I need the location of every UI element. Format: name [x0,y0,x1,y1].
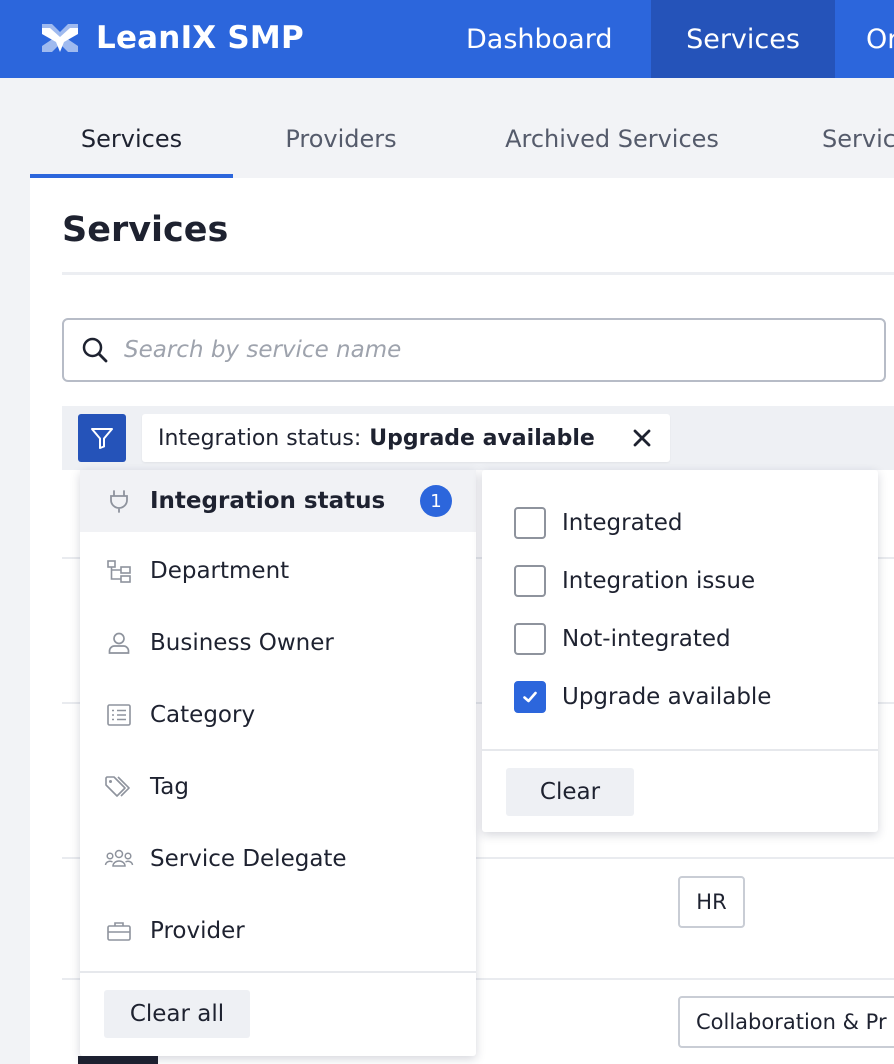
chip-value: Upgrade available [369,425,595,451]
menu-item-business-owner[interactable]: Business Owner [80,612,476,674]
remove-filter-button[interactable] [630,426,654,450]
tag-icon [104,772,134,802]
title-divider [62,272,894,275]
option-label: Upgrade available [562,684,772,710]
tab-providers[interactable]: Providers [250,100,432,178]
filter-icon [91,428,113,449]
search-box [62,318,886,382]
menu-item-provider[interactable]: Provider [80,900,476,962]
panel-divider [482,749,878,751]
app-name: LeanIX SMP [96,20,304,56]
option-not-integrated[interactable]: Not-integrated [514,622,731,656]
menu-divider [80,971,476,973]
briefcase-icon [104,916,134,946]
count-badge: 1 [420,485,452,517]
clear-all-button[interactable]: Clear all [104,990,250,1038]
option-upgrade-available[interactable]: Upgrade available [514,680,771,714]
tab-services[interactable]: Services [30,100,233,178]
menu-item-category[interactable]: Category [80,684,476,746]
tab-service-more[interactable]: Servic [822,100,894,178]
menu-item-label: Category [150,702,256,728]
top-navigation-bar: LeanIX SMP Dashboard Services Or [0,0,894,78]
option-integrated[interactable]: Integrated [514,506,682,540]
search-input[interactable] [124,337,844,363]
chip-key: Integration status: [158,425,362,451]
menu-item-label: Business Owner [150,630,334,656]
menu-item-label: Tag [150,774,189,800]
integration-status-options-panel: Integrated Integration issue Not-integra… [482,470,878,832]
clear-button[interactable]: Clear [506,768,634,816]
menu-item-label: Department [150,558,290,584]
option-integration-issue[interactable]: Integration issue [514,564,755,598]
nav-services[interactable]: Services [651,0,835,78]
option-label: Not-integrated [562,626,731,652]
active-filter-chip[interactable]: Integration status: Upgrade available [142,414,670,462]
app-logo[interactable]: LeanIX SMP [40,18,304,58]
option-label: Integrated [562,510,683,536]
user-icon [104,628,134,658]
list-icon [104,700,134,730]
leanix-logo-icon [42,24,78,52]
menu-item-integration-status[interactable]: Integration status 1 [80,470,476,532]
close-icon [633,429,651,447]
menu-item-tag[interactable]: Tag [80,756,476,818]
checkbox-not-integrated[interactable] [514,623,546,655]
group-icon [104,844,134,874]
category-tag: Collaboration & Pr [678,996,894,1048]
nav-dashboard[interactable]: Dashboard [466,0,612,78]
plug-icon [104,486,134,516]
search-icon [82,337,108,363]
nav-more[interactable]: Or [866,0,894,78]
checkbox-upgrade-available[interactable] [514,681,546,713]
menu-item-label: Provider [150,918,245,944]
option-label: Integration issue [562,568,756,594]
checkbox-integrated[interactable] [514,507,546,539]
checkmark-icon [523,691,537,703]
filter-category-menu: Integration status 1 Department Business… [80,470,476,1056]
menu-item-service-delegate[interactable]: Service Delegate [80,828,476,890]
menu-item-department[interactable]: Department [80,540,476,602]
row-element [78,1056,158,1064]
menu-item-label: Integration status [150,488,386,514]
department-tag: HR [678,876,745,928]
checkbox-integration-issue[interactable] [514,565,546,597]
tab-archived-services[interactable]: Archived Services [470,100,754,178]
filter-button[interactable] [78,414,126,462]
org-tree-icon [104,556,134,586]
menu-item-label: Service Delegate [150,846,347,872]
page-title: Services [62,210,229,250]
